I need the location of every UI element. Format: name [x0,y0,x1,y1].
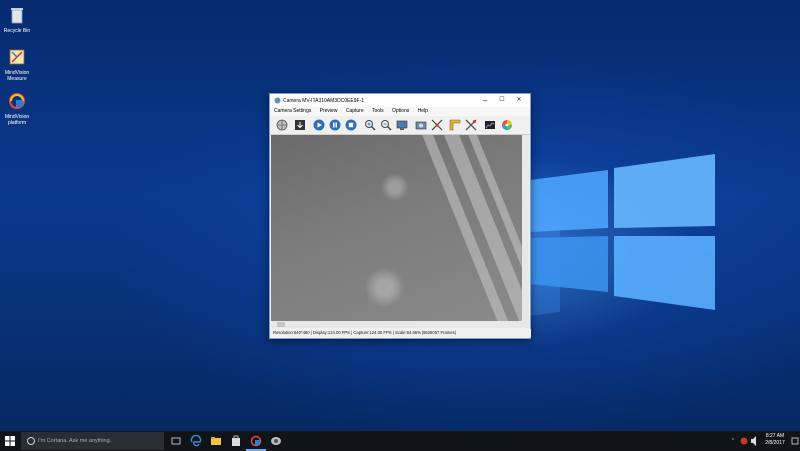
menu-help[interactable]: Help [418,108,428,114]
menu-preview[interactable]: Preview [320,108,338,114]
desktop-icon-label: MindVision platform [4,114,30,126]
windows-logo [530,154,715,310]
menu-capture[interactable]: Capture [346,108,364,114]
vertical-scrollbar[interactable] [522,135,529,321]
globe-icon[interactable] [276,119,288,131]
start-button[interactable] [3,434,17,448]
menu-options[interactable]: Options [392,108,409,114]
camera-app-icon [274,97,281,104]
measure-app-icon [9,49,25,65]
scrollbar-thumb[interactable] [277,322,285,327]
import-icon[interactable] [294,119,306,131]
menu-bar: Camera Settings Preview Capture Tools Op… [270,107,530,116]
menu-camera-settings[interactable]: Camera Settings [274,108,311,114]
tools-icon[interactable] [465,119,477,131]
color-wheel-icon[interactable] [501,119,513,131]
notification-icon[interactable] [791,435,799,447]
desktop-icon-label: MindVision Measure [4,70,30,82]
clock-time: 8:27 AM [765,433,785,439]
cortana-search-box[interactable]: I'm Cortana. Ask me anything. [21,432,164,450]
desktop-icon-platform[interactable]: MindVision platform [2,92,32,126]
desktop-icon-measure[interactable]: MindVision Measure [2,48,32,82]
menu-tools[interactable]: Tools [372,108,384,114]
zoom-out-icon[interactable] [380,119,392,131]
search-placeholder: I'm Cortana. Ask me anything. [38,438,112,444]
speaker-icon[interactable] [750,435,758,447]
desktop: Recycle Bin MindVision Measure MindVisio… [0,0,800,431]
status-bar: Resolution:640*480 | Display:124.00 FPS … [271,329,531,337]
edge-icon[interactable] [190,435,202,447]
store-icon[interactable] [230,435,242,447]
platform-app-icon [9,93,25,109]
monitor-icon[interactable] [396,119,408,131]
camera-window: Camera MV-ITA310AM3DC0EE9F-1 – ☐ ✕ Camer… [269,93,531,339]
desktop-icon-recycle-bin[interactable]: Recycle Bin [2,6,32,34]
camera-preview[interactable] [271,135,529,321]
stop-icon[interactable] [345,119,357,131]
file-explorer-icon[interactable] [210,435,222,447]
pause-icon[interactable] [329,119,341,131]
close-button[interactable]: ✕ [510,94,528,107]
mindvision-app-icon[interactable] [250,435,262,447]
desktop-icon-label: Recycle Bin [3,28,31,34]
histogram-icon[interactable] [484,119,496,131]
clock-date: 2/8/2017 [765,440,785,446]
maximize-button[interactable]: ☐ [493,94,511,107]
tray-chevron-icon[interactable]: ⌃ [731,431,735,451]
title-bar[interactable]: Camera MV-ITA310AM3DC0EE9F-1 – ☐ ✕ [270,94,530,107]
window-title: Camera MV-ITA310AM3DC0EE9F-1 [283,98,365,104]
play-icon[interactable] [313,119,325,131]
ruler-icon[interactable] [449,119,461,131]
network-warning-icon[interactable] [739,435,749,447]
taskbar: I'm Cortana. Ask me anything. ⌃ 8:27 AM … [0,431,800,451]
task-view-icon[interactable] [170,435,182,447]
toolbar [270,116,530,135]
horizontal-scrollbar[interactable] [271,321,529,328]
crosshair-icon[interactable] [431,119,443,131]
camera-app-icon[interactable] [270,435,282,447]
snapshot-icon[interactable] [415,119,427,131]
cortana-icon [27,437,35,445]
minimize-button[interactable]: – [476,94,494,107]
recycle-bin-icon [11,8,23,24]
system-clock[interactable]: 8:27 AM 2/8/2017 [758,433,792,447]
zoom-in-icon[interactable] [364,119,376,131]
